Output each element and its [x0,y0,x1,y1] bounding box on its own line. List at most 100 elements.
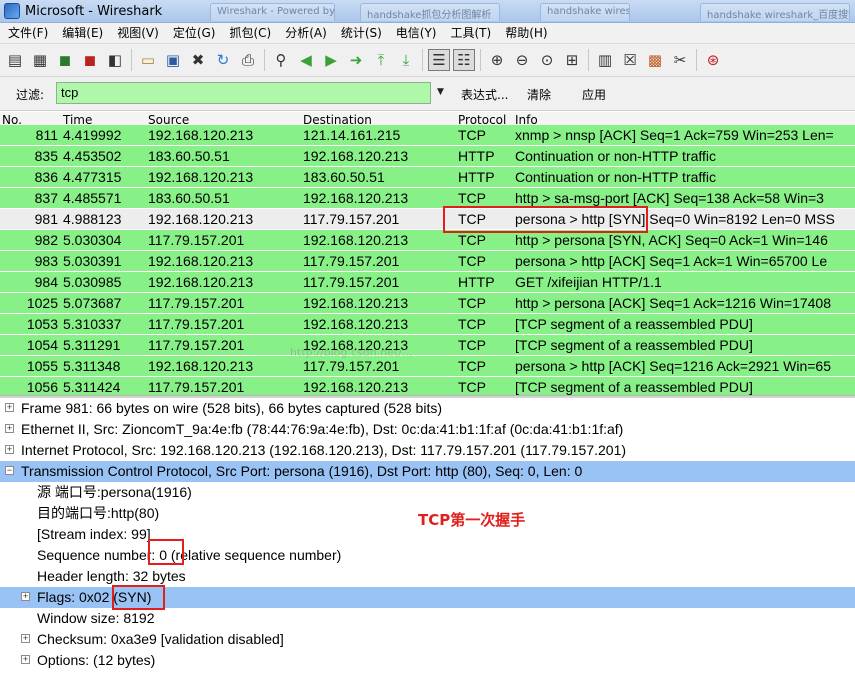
coloring-rules-icon[interactable]: ▩ [644,49,666,71]
flags-highlight-box [112,585,165,610]
expand-icon[interactable]: + [5,424,14,433]
background-tab: handshake wireshark [540,3,630,21]
go-last-icon[interactable]: ⤓ [395,49,417,71]
cell-protocol: TCP [458,127,486,143]
cell-time: 4.453502 [63,148,122,164]
menu-telephony[interactable]: 电信(Y) [389,23,444,44]
cell-source: 192.168.120.213 [148,127,254,143]
tree-item[interactable]: Sequence number: 0 (relative sequence nu… [0,545,855,566]
packet-row[interactable]: 981 4.988123 192.168.120.213 117.79.157.201… [0,209,855,230]
packet-row[interactable]: 1055 5.311348 192.168.120.213 117.79.157.20… [0,356,855,377]
menu-tools[interactable]: 工具(T) [444,23,499,44]
apply-button[interactable]: 应用 [582,86,606,103]
resize-columns-icon[interactable]: ⊞ [561,49,583,71]
stop-capture-icon[interactable]: ◼ [79,49,101,71]
expand-icon[interactable]: + [5,403,14,412]
cell-protocol: TCP [458,337,486,353]
tree-item[interactable]: Header length: 32 bytes [0,566,855,587]
expression-button[interactable]: 表达式... [461,86,508,103]
packet-row[interactable]: 982 5.030304 117.79.157.201 192.168.120.213… [0,230,855,251]
go-forward-icon[interactable]: ▶ [320,49,342,71]
options-icon[interactable]: ▦ [29,49,51,71]
zoom-normal-icon[interactable]: ⊙ [536,49,558,71]
cell-source: 183.60.50.51 [148,148,230,164]
cell-destination: 192.168.120.213 [303,295,409,311]
display-filter-input[interactable]: tcp [56,82,431,104]
tree-item[interactable]: + Frame 981: 66 bytes on wire (528 bits),… [0,398,855,419]
packet-row[interactable]: 837 4.485571 183.60.50.51 192.168.120.213 TC… [0,188,855,209]
go-first-icon[interactable]: ⤒ [370,49,392,71]
tree-item[interactable]: Window size: 8192 [0,608,855,629]
cell-source: 192.168.120.213 [148,169,254,185]
tree-item[interactable]: 源 端口号:persona(1916) [0,482,855,503]
cell-no: 836 [34,169,58,185]
reload-icon[interactable]: ↻ [212,49,234,71]
packet-row[interactable]: 984 5.030985 192.168.120.213 117.79.157.201… [0,272,855,293]
packet-row[interactable]: 983 5.030391 192.168.120.213 117.79.157.201… [0,251,855,272]
cell-no: 1055 [26,358,58,374]
go-to-packet-icon[interactable]: ➜ [345,49,367,71]
preferences-icon[interactable]: ✂ [669,49,691,71]
expand-icon[interactable]: + [5,445,14,454]
cell-destination: 183.60.50.51 [303,169,385,185]
menu-edit[interactable]: 编辑(E) [55,23,110,44]
watermark: http://blog.csdn.net/... [290,346,413,359]
tree-item[interactable]: + Ethernet II, Src: ZioncomT_9a:4e:fb (78… [0,419,855,440]
help-icon[interactable]: ⊛ [702,49,724,71]
filter-dropdown-icon[interactable]: ▼ [437,87,444,97]
toolbar-separator [480,49,481,71]
tree-item[interactable]: + Options: (12 bytes) [0,650,855,671]
packet-list: No. Time Source Destination Protocol Inf… [0,112,855,395]
cell-destination: 117.79.157.201 [303,274,400,290]
autoscroll-icon[interactable]: ☷ [453,49,475,71]
menu-file[interactable]: 文件(F) [0,23,55,44]
tree-item[interactable]: + Checksum: 0xa3e9 [validation disabled] [0,629,855,650]
cell-no: 1053 [26,316,58,332]
tree-item[interactable]: + Internet Protocol, Src: 192.168.120.213… [0,440,855,461]
cell-no: 837 [34,190,58,206]
cell-time: 5.073687 [63,295,122,311]
packet-row[interactable]: 1056 5.311424 117.79.157.201 192.168.120.21… [0,377,855,395]
open-file-icon[interactable]: ▭ [137,49,159,71]
background-tab: handshake wireshark_百度搜索 [700,3,850,21]
save-file-icon[interactable]: ▣ [162,49,184,71]
clear-button[interactable]: 清除 [527,86,551,103]
go-back-icon[interactable]: ◀ [295,49,317,71]
menu-help[interactable]: 帮助(H) [498,23,554,44]
restart-capture-icon[interactable]: ◧ [104,49,126,71]
tree-item-label: Checksum: 0xa3e9 [validation disabled] [37,631,284,647]
menu-statistics[interactable]: 统计(S) [334,23,389,44]
find-icon[interactable]: ⚲ [270,49,292,71]
zoom-in-icon[interactable]: ⊕ [486,49,508,71]
packet-row[interactable]: 1025 5.073687 117.79.157.201 192.168.120.21… [0,293,855,314]
packet-row[interactable]: 1053 5.310337 117.79.157.201 192.168.120.21… [0,314,855,335]
menu-go[interactable]: 定位(G) [166,23,223,44]
cell-no: 982 [34,232,58,248]
tree-item[interactable]: − Transmission Control Protocol, Src Port… [0,461,855,482]
cell-protocol: TCP [458,358,486,374]
packet-row[interactable]: 835 4.453502 183.60.50.51 192.168.120.213 HT… [0,146,855,167]
menu-view[interactable]: 视图(V) [110,23,166,44]
interfaces-icon[interactable]: ▤ [4,49,26,71]
expand-icon[interactable]: + [21,592,30,601]
close-file-icon[interactable]: ✖ [187,49,209,71]
display-filters-icon[interactable]: ☒ [619,49,641,71]
packet-row[interactable]: 811 4.419992 192.168.120.213 121.14.161.215… [0,125,855,146]
packet-row[interactable]: 836 4.477315 192.168.120.213 183.60.50.51 HT… [0,167,855,188]
menu-analyze[interactable]: 分析(A) [278,23,334,44]
packet-row[interactable]: 1054 5.311291 117.79.157.201 192.168.120.21… [0,335,855,356]
print-icon[interactable]: ⎙ [237,49,259,71]
tree-item-label: Sequence number: 0 (relative sequence nu… [37,547,342,563]
colorize-icon[interactable]: ☰ [428,49,450,71]
cell-destination: 192.168.120.213 [303,379,409,395]
menu-capture[interactable]: 抓包(C) [222,23,278,44]
expand-icon[interactable]: + [21,634,30,643]
start-capture-icon[interactable]: ◼ [54,49,76,71]
cell-source: 192.168.120.213 [148,358,254,374]
collapse-icon[interactable]: − [5,466,14,475]
capture-filters-icon[interactable]: ▥ [594,49,616,71]
expand-icon[interactable]: + [21,655,30,664]
zoom-out-icon[interactable]: ⊖ [511,49,533,71]
tree-item-label: Window size: 8192 [37,610,155,626]
tree-item-label: Options: (12 bytes) [37,652,156,668]
